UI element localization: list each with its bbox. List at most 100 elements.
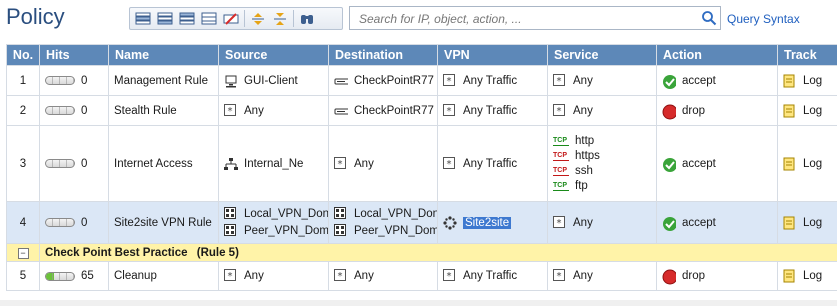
source-cell[interactable]: * Any (218, 95, 329, 126)
svg-text:*: * (338, 271, 343, 281)
domain-icon (334, 207, 348, 221)
rule-name[interactable]: Site2site VPN Rule (108, 201, 219, 244)
source-object: Local_VPN_Don (244, 208, 329, 220)
hits-cell: 0 (39, 65, 109, 96)
destination-cell[interactable]: * Any (328, 125, 438, 202)
rule-row-selected[interactable]: 4 0 Site2site VPN Rule Local_VPN_Don Pee… (6, 201, 837, 244)
source-cell[interactable]: * Any (218, 261, 329, 291)
rule-name[interactable]: Cleanup (108, 261, 219, 291)
hits-bar (45, 106, 75, 115)
service-cell[interactable]: * Any (547, 201, 657, 244)
track-value: Log (803, 74, 823, 87)
vpn-value: Any Traffic (463, 104, 518, 117)
action-cell[interactable]: accept (656, 65, 778, 96)
vpn-cell[interactable]: Site2site (437, 201, 548, 244)
track-cell[interactable]: Log (777, 95, 837, 126)
search-input[interactable] (357, 8, 691, 30)
section-header-row[interactable]: − Check Point Best Practice (Rule 5) (6, 243, 837, 262)
destination-object: CheckPointR77 (354, 74, 434, 87)
hits-count: 65 (81, 270, 94, 282)
rule-number: 5 (6, 261, 40, 291)
rule-row[interactable]: 3 0 Internet Access Internal_Ne * Any * … (6, 125, 837, 202)
add-rule-above-icon[interactable] (132, 9, 154, 28)
add-rule-top-icon[interactable] (176, 9, 198, 28)
vpn-cell[interactable]: * Any Traffic (437, 95, 548, 126)
column-header-action[interactable]: Action (656, 44, 778, 66)
rule-name[interactable]: Management Rule (108, 65, 219, 96)
section-title: Check Point Best Practice (45, 246, 188, 259)
track-cell[interactable]: Log (777, 65, 837, 96)
service-cell[interactable]: TCP http TCP https TCP ssh TCP ftp (547, 125, 657, 202)
tcp-service-icon: TCP (553, 181, 569, 191)
delete-rule-icon[interactable] (220, 9, 242, 28)
any-icon: * (224, 103, 238, 118)
service-cell[interactable]: * Any (547, 65, 657, 96)
hits-bar (45, 218, 75, 227)
action-cell[interactable]: accept (656, 125, 778, 202)
vpn-cell[interactable]: * Any Traffic (437, 261, 548, 291)
collapse-toggle-icon[interactable]: − (17, 247, 29, 259)
column-header-no[interactable]: No. (6, 44, 40, 66)
track-cell[interactable]: Log (777, 201, 837, 244)
add-rule-bottom-icon[interactable] (198, 9, 220, 28)
source-cell[interactable]: Internal_Ne (218, 125, 329, 202)
vpn-cell[interactable]: * Any Traffic (437, 125, 548, 202)
action-cell[interactable]: drop (656, 261, 778, 291)
move-up-icon[interactable] (247, 9, 269, 28)
column-header-hits[interactable]: Hits (39, 44, 109, 66)
search-icon[interactable] (701, 10, 717, 31)
rule-name[interactable]: Internet Access (108, 125, 219, 202)
destination-cell[interactable]: CheckPointR77 (328, 65, 438, 96)
log-icon (783, 157, 797, 171)
action-cell[interactable]: accept (656, 201, 778, 244)
column-header-source[interactable]: Source (218, 44, 329, 66)
service-cell[interactable]: * Any (547, 95, 657, 126)
vpn-cell[interactable]: * Any Traffic (437, 65, 548, 96)
source-cell[interactable]: GUI-Client (218, 65, 329, 96)
destination-object: Peer_VPN_Dom (354, 225, 438, 237)
source-cell[interactable]: Local_VPN_Don Peer_VPN_Dom (218, 201, 329, 244)
log-icon (783, 104, 797, 118)
track-value: Log (803, 270, 823, 282)
action-cell[interactable]: drop (656, 95, 778, 126)
track-cell[interactable]: Log (777, 125, 837, 202)
vpn-community-icon (443, 215, 457, 230)
hits-bar (45, 271, 75, 281)
rule-row[interactable]: 1 0 Management Rule GUI-Client CheckPoin… (6, 65, 837, 96)
track-cell[interactable]: Log (777, 261, 837, 291)
column-header-destination[interactable]: Destination (328, 44, 438, 66)
rule-row[interactable]: 5 65 Cleanup * Any * Any * Any Traffic *… (6, 261, 837, 291)
service-value: Any (573, 216, 593, 229)
domain-icon (224, 207, 238, 221)
section-collapse-cell[interactable]: − (6, 243, 40, 262)
add-rule-below-icon[interactable] (154, 9, 176, 28)
destination-object: CheckPointR77 (354, 104, 434, 117)
horizontal-scrollbar[interactable] (0, 300, 837, 306)
service-value: http (575, 135, 595, 147)
column-header-service[interactable]: Service (547, 44, 657, 66)
hits-cell: 65 (39, 261, 109, 291)
service-value: Any (573, 104, 593, 117)
destination-cell[interactable]: CheckPointR77 (328, 95, 438, 126)
any-icon: * (224, 269, 238, 283)
destination-cell[interactable]: Local_VPN_Don Peer_VPN_Dom (328, 201, 438, 244)
source-object: Any (244, 104, 264, 117)
svg-text:*: * (557, 106, 562, 116)
query-syntax-link[interactable]: Query Syntax (727, 12, 800, 26)
track-value: Log (803, 104, 823, 117)
drop-icon (662, 104, 676, 119)
column-header-track[interactable]: Track (777, 44, 837, 66)
service-cell[interactable]: * Any (547, 261, 657, 291)
action-value: accept (682, 216, 716, 229)
service-value: https (575, 150, 600, 162)
destination-cell[interactable]: * Any (328, 261, 438, 291)
vpn-value[interactable]: Site2site (463, 216, 512, 229)
column-header-name[interactable]: Name (108, 44, 219, 66)
rule-row[interactable]: 2 0 Stealth Rule * Any CheckPointR77 * A… (6, 95, 837, 126)
any-icon: * (334, 156, 348, 171)
track-value: Log (803, 216, 823, 229)
rule-name[interactable]: Stealth Rule (108, 95, 219, 126)
move-down-icon[interactable] (269, 9, 291, 28)
find-icon[interactable] (296, 9, 318, 28)
column-header-vpn[interactable]: VPN (437, 44, 548, 66)
